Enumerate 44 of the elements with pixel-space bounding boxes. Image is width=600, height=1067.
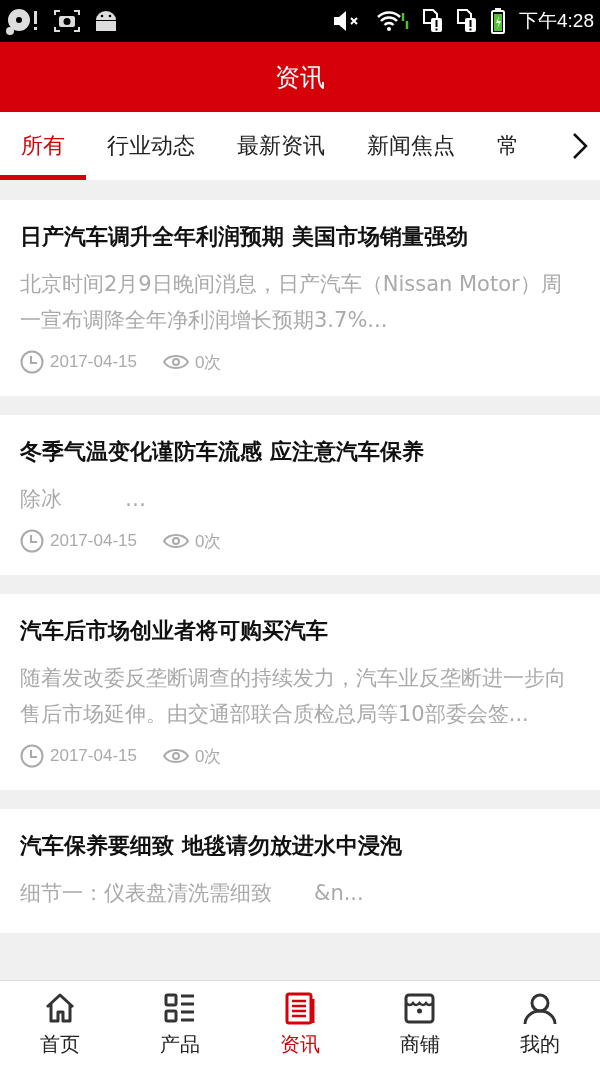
wifi-icon [377, 9, 409, 33]
article-summary: 北京时间2月9日晚间消息，日产汽车（Nissan Motor）周一宣布调降全年净利润增长预期3.7%... [20, 271, 563, 334]
status-time: 下午4:28 [519, 9, 594, 33]
article-summary: 除冰 … [20, 486, 147, 513]
clock-icon [20, 744, 44, 768]
article-card[interactable]: 汽车保养要细致 地毯请勿放进水中浸泡 细节一：仪表盘清洗需细致 &n... [0, 809, 600, 933]
nav-item[interactable]: 产品 [120, 981, 240, 1067]
eye-icon [162, 353, 189, 371]
category-tab[interactable]: 行业动态 [86, 112, 216, 180]
article-date: 2017-04-15 [50, 352, 137, 372]
article-title: 日产汽车调升全年利润预期 美国市场销量强劲 [20, 223, 469, 251]
category-tab[interactable]: 新闻焦点 [346, 112, 476, 180]
clock-icon [20, 529, 44, 553]
nav-item[interactable]: 商铺 [360, 981, 480, 1067]
nav-item[interactable]: 首页 [0, 981, 120, 1067]
article-card[interactable]: 日产汽车调升全年利润预期 美国市场销量强劲 北京时间2月9日晚间消息，日产汽车（Nissan Motor）周一宣布调降全年净利润增长预期3.7%... 2017-04-15 0次 [0, 200, 600, 396]
view-count: 0次 [194, 530, 222, 553]
disc-icon [6, 7, 40, 35]
category-tab[interactable]: 常 [476, 112, 540, 180]
battery-icon [491, 8, 505, 34]
view-count: 0次 [194, 351, 222, 374]
clock-icon [20, 350, 44, 374]
eye-icon [162, 532, 189, 550]
article-date: 2017-04-15 [50, 746, 137, 766]
category-tab[interactable]: 所有 [0, 112, 86, 180]
nav-item[interactable]: 资讯 [240, 981, 360, 1067]
category-tab[interactable]: 最新资讯 [216, 112, 346, 180]
article-summary: 随着发改委反垄断调查的持续发力，汽车业反垄断进一步向售后市场延伸。由交通部联合质检总局等10部委会签... [20, 665, 567, 728]
screenshot-icon [54, 9, 80, 33]
article-title: 汽车保养要细致 地毯请勿放进水中浸泡 [20, 832, 403, 860]
page-title: 资讯 [275, 61, 325, 94]
eye-icon [162, 747, 189, 765]
view-count: 0次 [194, 745, 222, 768]
article-title: 汽车后市场创业者将可购买汽车 [20, 617, 329, 645]
article-title: 冬季气温变化谨防车流感 应注意汽车保养 [20, 438, 425, 466]
chevron-right-icon[interactable] [572, 132, 588, 160]
nav-item[interactable]: 我的 [480, 981, 600, 1067]
article-card[interactable]: 冬季气温变化谨防车流感 应注意汽车保养 除冰 … 2017-04-15 0次 [0, 415, 600, 575]
article-summary: 细节一：仪表盘清洗需细致 &n... [20, 880, 365, 907]
android-icon [94, 10, 118, 32]
article-date: 2017-04-15 [50, 531, 137, 551]
article-card[interactable]: 汽车后市场创业者将可购买汽车 随着发改委反垄断调查的持续发力，汽车业反垄断进一步向售后市场延伸。由交通部联合质检总局等10部委会签... 2017-04-15 0次 [0, 594, 600, 790]
sim-alert-icon [423, 9, 443, 33]
sim-alert-icon [457, 9, 477, 33]
